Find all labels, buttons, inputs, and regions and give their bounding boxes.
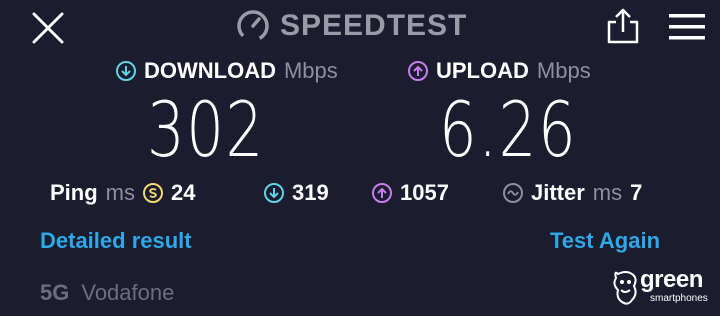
jitter-wave-icon xyxy=(503,183,523,203)
share-button[interactable] xyxy=(604,6,642,46)
ping-label: Ping xyxy=(50,180,98,205)
jitter-label: Jitter xyxy=(531,180,585,205)
menu-button[interactable] xyxy=(668,12,706,42)
close-icon xyxy=(32,12,64,44)
download-latency-value: 319 xyxy=(292,180,329,205)
network-info: 5G Vodafone xyxy=(40,280,174,306)
watermark-logo: green smartphones xyxy=(610,266,710,310)
upload-latency-stat: 1057 xyxy=(372,180,449,206)
brand-title: SPEEDTEST xyxy=(280,9,468,42)
speedometer-icon xyxy=(237,10,269,42)
download-latency-stat: 319 xyxy=(264,180,329,206)
share-icon xyxy=(607,8,639,44)
jitter-stat: Jitter ms 7 xyxy=(503,180,642,206)
watermark-main-text: green xyxy=(640,266,703,293)
detailed-result-link[interactable]: Detailed result xyxy=(40,228,192,254)
upload-latency-value: 1057 xyxy=(400,180,449,205)
hamburger-menu-icon xyxy=(669,14,705,40)
download-header: DOWNLOAD Mbps xyxy=(116,58,338,84)
download-arrow-icon xyxy=(116,61,136,81)
ping-unit: ms xyxy=(105,180,135,205)
upload-unit: Mbps xyxy=(536,58,591,83)
upload-speed-value: 6.26 xyxy=(439,85,578,174)
ping-value: 24 xyxy=(171,180,196,205)
jitter-unit: ms xyxy=(592,180,623,205)
network-type: 5G xyxy=(40,280,70,305)
watermark-sub-text: smartphones xyxy=(650,293,708,304)
network-provider: Vodafone xyxy=(81,280,175,305)
upload-header: UPLOAD Mbps xyxy=(408,58,591,84)
ping-idle-icon xyxy=(143,183,163,203)
download-label: DOWNLOAD xyxy=(144,58,276,83)
ping-stat: Ping ms 24 xyxy=(50,180,195,206)
upload-arrow-icon xyxy=(408,61,428,81)
mascot-icon xyxy=(613,271,637,305)
jitter-value: 7 xyxy=(630,180,643,205)
download-speed-value: 302 xyxy=(147,85,265,174)
close-button[interactable] xyxy=(28,8,68,48)
brand-logo: SPEEDTEST xyxy=(236,6,467,46)
download-unit: Mbps xyxy=(283,58,338,83)
download-latency-icon xyxy=(264,183,284,203)
upload-label: UPLOAD xyxy=(436,58,529,83)
test-again-link[interactable]: Test Again xyxy=(550,228,660,254)
upload-latency-icon xyxy=(372,183,392,203)
